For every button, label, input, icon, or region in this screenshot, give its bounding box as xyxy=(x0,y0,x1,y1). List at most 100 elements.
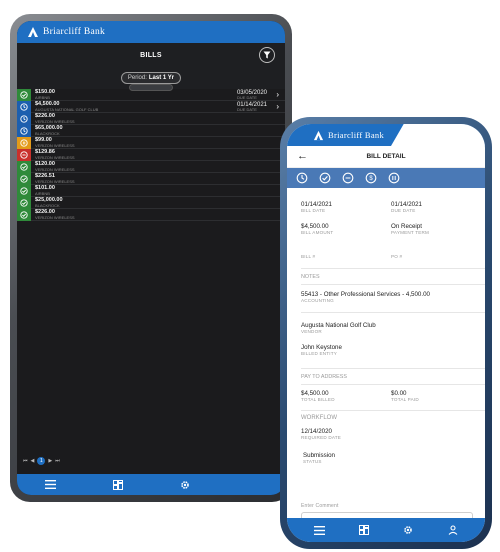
phone-tab-bar xyxy=(287,518,485,542)
total-paid-label: TOTAL PAID xyxy=(391,397,419,403)
due-date-label: DUE DATE xyxy=(236,95,257,100)
bill-row[interactable]: $4,500.00 AUGUSTA NATIONAL GOLF CLUB 01/14… xyxy=(17,101,285,113)
vendor-label: VENDOR xyxy=(301,329,322,335)
bill-vendor: AIRBNB xyxy=(35,94,50,100)
period-value: Last 1 Yr xyxy=(148,75,175,81)
check-circle-icon xyxy=(20,199,28,207)
pager-current-page[interactable]: 1 xyxy=(37,457,46,465)
required-date-label: REQUIRED DATE xyxy=(301,435,342,441)
status-indicator xyxy=(17,185,31,197)
total-billed-label: TOTAL BILLED xyxy=(301,397,335,403)
period-selector[interactable]: Period: Last 1 Yr xyxy=(120,72,182,84)
divider xyxy=(301,284,485,285)
bill-info: $226.00 VERIZON WIRELESS xyxy=(31,209,75,220)
hamburger-icon xyxy=(45,480,56,489)
tablet-page-title: BILLS xyxy=(140,51,162,59)
approve-action-button[interactable] xyxy=(318,172,331,185)
back-arrow-icon[interactable]: ← xyxy=(297,150,308,162)
reject-action-button[interactable] xyxy=(341,172,354,185)
status-field: Submission STATUS xyxy=(303,452,335,464)
dashboard-icon xyxy=(112,479,123,490)
accounting-field: 55413 - Other Professional Services - 4,… xyxy=(301,291,430,303)
status-indicator xyxy=(17,197,31,209)
status-indicator xyxy=(17,149,31,161)
required-date-value: 12/14/2020 xyxy=(301,428,332,435)
bill-vendor: VERIZON WIRELESS xyxy=(35,154,75,160)
due-date-label: DUE DATE xyxy=(391,208,416,214)
total-billed-field: $4,500.00 TOTAL BILLED xyxy=(301,390,335,402)
chevron-right-icon[interactable]: › xyxy=(276,91,279,99)
history-action-button[interactable] xyxy=(295,172,308,185)
filter-icon xyxy=(263,51,271,59)
accounting-value: 55413 - Other Professional Services - 4,… xyxy=(301,291,430,298)
bill-row[interactable]: $120.00 VERIZON WIRELESS xyxy=(17,161,285,173)
divider xyxy=(301,384,485,385)
tab-menu[interactable] xyxy=(17,480,84,489)
bill-row[interactable]: $99.00 VERIZON WIRELESS xyxy=(17,137,285,149)
bill-info: $226.51 VERIZON WIRELESS xyxy=(31,173,75,184)
bill-row[interactable]: $129.86 VERIZON WIRELESS xyxy=(17,149,285,161)
tab-dashboard[interactable] xyxy=(84,479,151,490)
check-circle-icon xyxy=(20,91,28,99)
tab-settings[interactable] xyxy=(386,525,431,535)
bill-vendor: BLACKROCK xyxy=(35,130,60,136)
notes-label: NOTES xyxy=(301,274,320,280)
bill-row[interactable]: $101.00 AIRBNB xyxy=(17,185,285,197)
required-date-field: 12/14/2020 REQUIRED DATE xyxy=(301,428,341,440)
notes-section: NOTES xyxy=(301,274,320,280)
phone-header: ← BILL DETAIL xyxy=(287,146,485,168)
status-indicator xyxy=(17,137,31,149)
bill-vendor: VERIZON WIRELESS xyxy=(35,118,75,124)
tablet-screen: Briarcliff Bank BILLS Period: Last 1 Yr … xyxy=(17,21,285,495)
bill-amount-value: $4,500.00 xyxy=(301,223,329,230)
status-value: Submission xyxy=(303,452,335,459)
pay-action-button[interactable]: $ xyxy=(364,172,377,185)
pager-prev-button[interactable]: ◀ xyxy=(31,458,35,464)
phone-page-title: BILL DETAIL xyxy=(366,153,406,160)
bill-date-field: 01/14/2021 BILL DATE xyxy=(301,201,332,213)
tab-menu[interactable] xyxy=(297,525,342,535)
bill-vendor: VERIZON WIRELESS xyxy=(35,178,75,184)
billed-entity-value: John Keystone xyxy=(301,344,342,351)
phone-screen: Briarcliff Bank ← BILL DETAIL $ 01/14/20… xyxy=(287,124,485,542)
bill-row[interactable]: $65,000.00 BLACKROCK xyxy=(17,125,285,137)
bill-row[interactable]: $25,000.00 BLACKROCK xyxy=(17,197,285,209)
pager-last-button[interactable]: ⏭ xyxy=(55,458,60,464)
check-circle-icon xyxy=(20,163,28,171)
po-number-label: PO # xyxy=(391,254,403,259)
bill-vendor: BLACKROCK xyxy=(35,202,60,208)
bill-vendor: VERIZON WIRELESS xyxy=(35,166,75,172)
pay-to-label: PAY TO ADDRESS xyxy=(301,374,347,380)
bill-info: $150.00 AIRBNB xyxy=(31,89,55,100)
bill-row[interactable]: $226.00 VERIZON WIRELESS xyxy=(17,113,285,125)
chevron-right-icon[interactable]: › xyxy=(276,103,279,111)
status-indicator xyxy=(17,161,31,173)
check-circle-icon xyxy=(20,175,28,183)
payment-term-field: On Receipt PAYMENT TERM xyxy=(391,223,429,235)
bill-row[interactable]: $226.51 VERIZON WIRELESS xyxy=(17,173,285,185)
bill-info: $65,000.00 BLACKROCK xyxy=(31,125,63,136)
svg-text:$: $ xyxy=(369,176,373,182)
tab-settings[interactable] xyxy=(151,480,218,490)
divider xyxy=(301,312,485,313)
billed-entity-field: John Keystone BILLED ENTITY xyxy=(301,344,342,356)
po-number-field: PO # xyxy=(391,254,402,259)
bill-row[interactable]: $226.00 VERIZON WIRELESS xyxy=(17,209,285,221)
status-indicator xyxy=(17,113,31,125)
gear-icon xyxy=(404,526,413,534)
comment-label-wrap: Enter Comment xyxy=(301,503,339,510)
history-icon xyxy=(296,172,307,184)
bill-detail-content: 01/14/2021 BILL DATE 01/14/2021 DUE DATE… xyxy=(287,190,485,518)
bill-row[interactable]: $150.00 AIRBNB 03/05/2020 DUE DATE › xyxy=(17,89,285,101)
filter-button[interactable] xyxy=(259,47,275,63)
workflow-label: WORKFLOW xyxy=(301,415,337,421)
bill-date-label: BILL DATE xyxy=(301,208,326,214)
total-paid-value: $0.00 xyxy=(391,390,407,397)
tab-profile[interactable] xyxy=(431,525,476,535)
divider xyxy=(301,268,485,269)
pager-next-button[interactable]: ▶ xyxy=(48,458,52,464)
hold-action-button[interactable] xyxy=(387,172,400,185)
tab-dashboard[interactable] xyxy=(342,525,387,535)
pager-first-button[interactable]: ⏮ xyxy=(23,458,28,464)
total-paid-field: $0.00 TOTAL PAID xyxy=(391,390,419,402)
